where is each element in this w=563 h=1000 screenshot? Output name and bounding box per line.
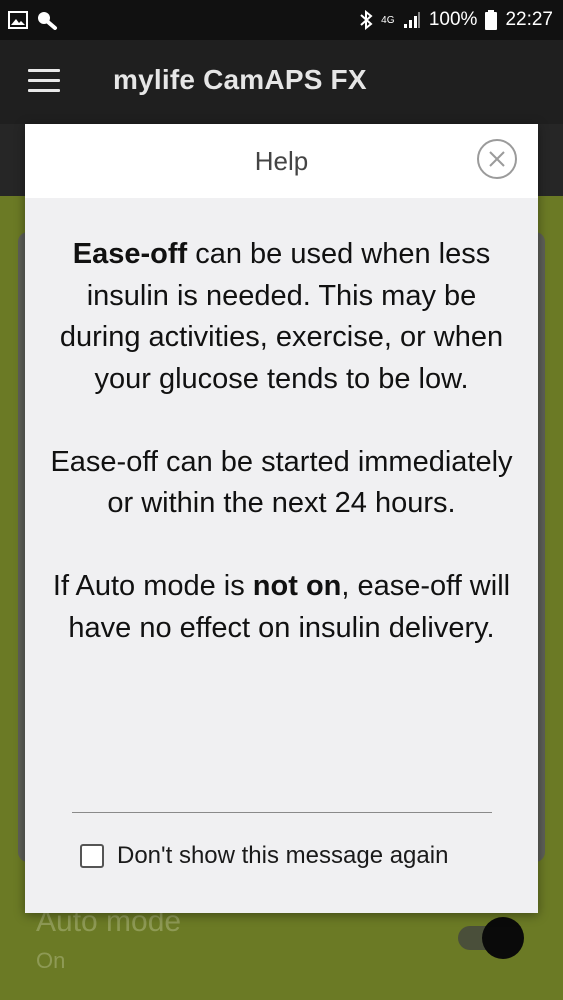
signal-icon <box>403 11 421 29</box>
dont-show-again-label[interactable]: Don't show this message again <box>117 842 448 870</box>
dont-show-again-row[interactable]: Don't show this message again <box>80 842 448 870</box>
battery-icon <box>485 10 498 30</box>
auto-mode-toggle-knob[interactable] <box>482 917 524 959</box>
auto-mode-status: On <box>36 948 66 973</box>
ease-off-bold: Ease-off <box>72 238 188 270</box>
close-button[interactable] <box>477 139 517 179</box>
dont-show-again-checkbox[interactable] <box>80 844 104 868</box>
message-paragraph-1: Ease-off can be used when less insulin i… <box>45 234 518 400</box>
not-on-bold: not on <box>252 570 342 602</box>
dialog-header: Help <box>25 124 538 198</box>
clock: 22:27 <box>505 9 553 30</box>
message-paragraph-3: If Auto mode is not on, ease-off will ha… <box>45 566 518 649</box>
network-type: 4G <box>381 14 395 26</box>
close-icon <box>489 151 505 167</box>
message-paragraph-2: Ease-off can be started immediately or w… <box>50 445 513 520</box>
app-bar: mylife CamAPS FX <box>0 40 563 124</box>
help-dialog: Help Ease-off can be used when less insu… <box>25 124 538 913</box>
para3-text-a: If Auto mode is <box>52 570 253 602</box>
battery-percent: 100% <box>428 9 478 30</box>
dialog-message: Ease-off can be used when less insulin i… <box>45 234 518 691</box>
app-title: mylife CamAPS FX <box>113 64 367 95</box>
divider <box>72 812 492 813</box>
gallery-icon <box>8 11 28 29</box>
bluetooth-icon <box>359 10 373 30</box>
menu-icon[interactable] <box>28 69 60 93</box>
status-bar: 4G 100% 22:27 <box>0 0 563 40</box>
dialog-title: Help <box>254 146 309 176</box>
search-icon <box>36 10 58 30</box>
